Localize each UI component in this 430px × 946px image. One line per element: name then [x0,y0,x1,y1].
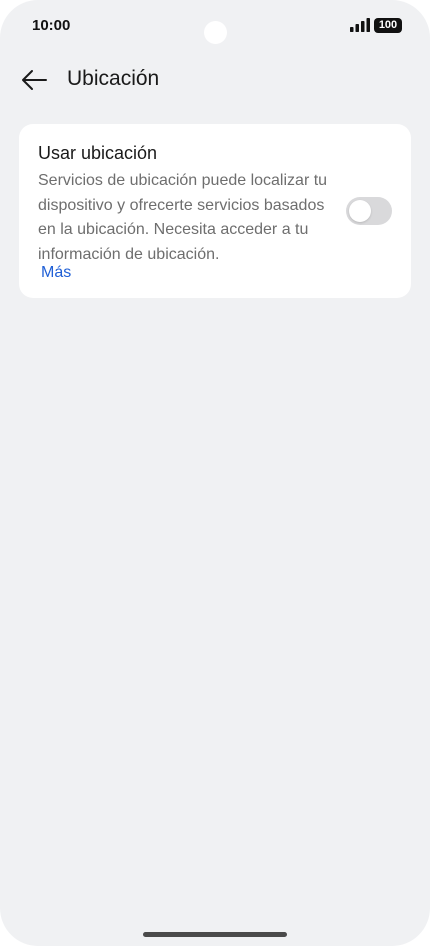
battery-icon: 100 [374,18,402,33]
arrow-left-icon [22,70,47,90]
location-setting-card: Usar ubicación Servicios de ubicación pu… [19,124,411,298]
use-location-description: Servicios de ubicación puede localizar t… [38,172,328,263]
use-location-title: Usar ubicación [38,143,158,163]
home-indicator[interactable] [143,932,287,937]
status-bar: 10:00 100 [0,0,430,50]
toggle-knob [349,200,371,222]
page-title: Ubicación [67,67,160,90]
use-location-toggle[interactable] [346,197,392,225]
status-time: 10:00 [32,17,71,34]
back-button[interactable] [14,62,54,98]
more-link[interactable]: Más [41,264,71,282]
signal-bars-icon [350,18,370,32]
phone-screen: 10:00 100 Ubicación Usar ubicación Servi… [0,0,430,946]
camera-cutout [204,21,227,44]
app-bar: Ubicación [0,58,430,102]
